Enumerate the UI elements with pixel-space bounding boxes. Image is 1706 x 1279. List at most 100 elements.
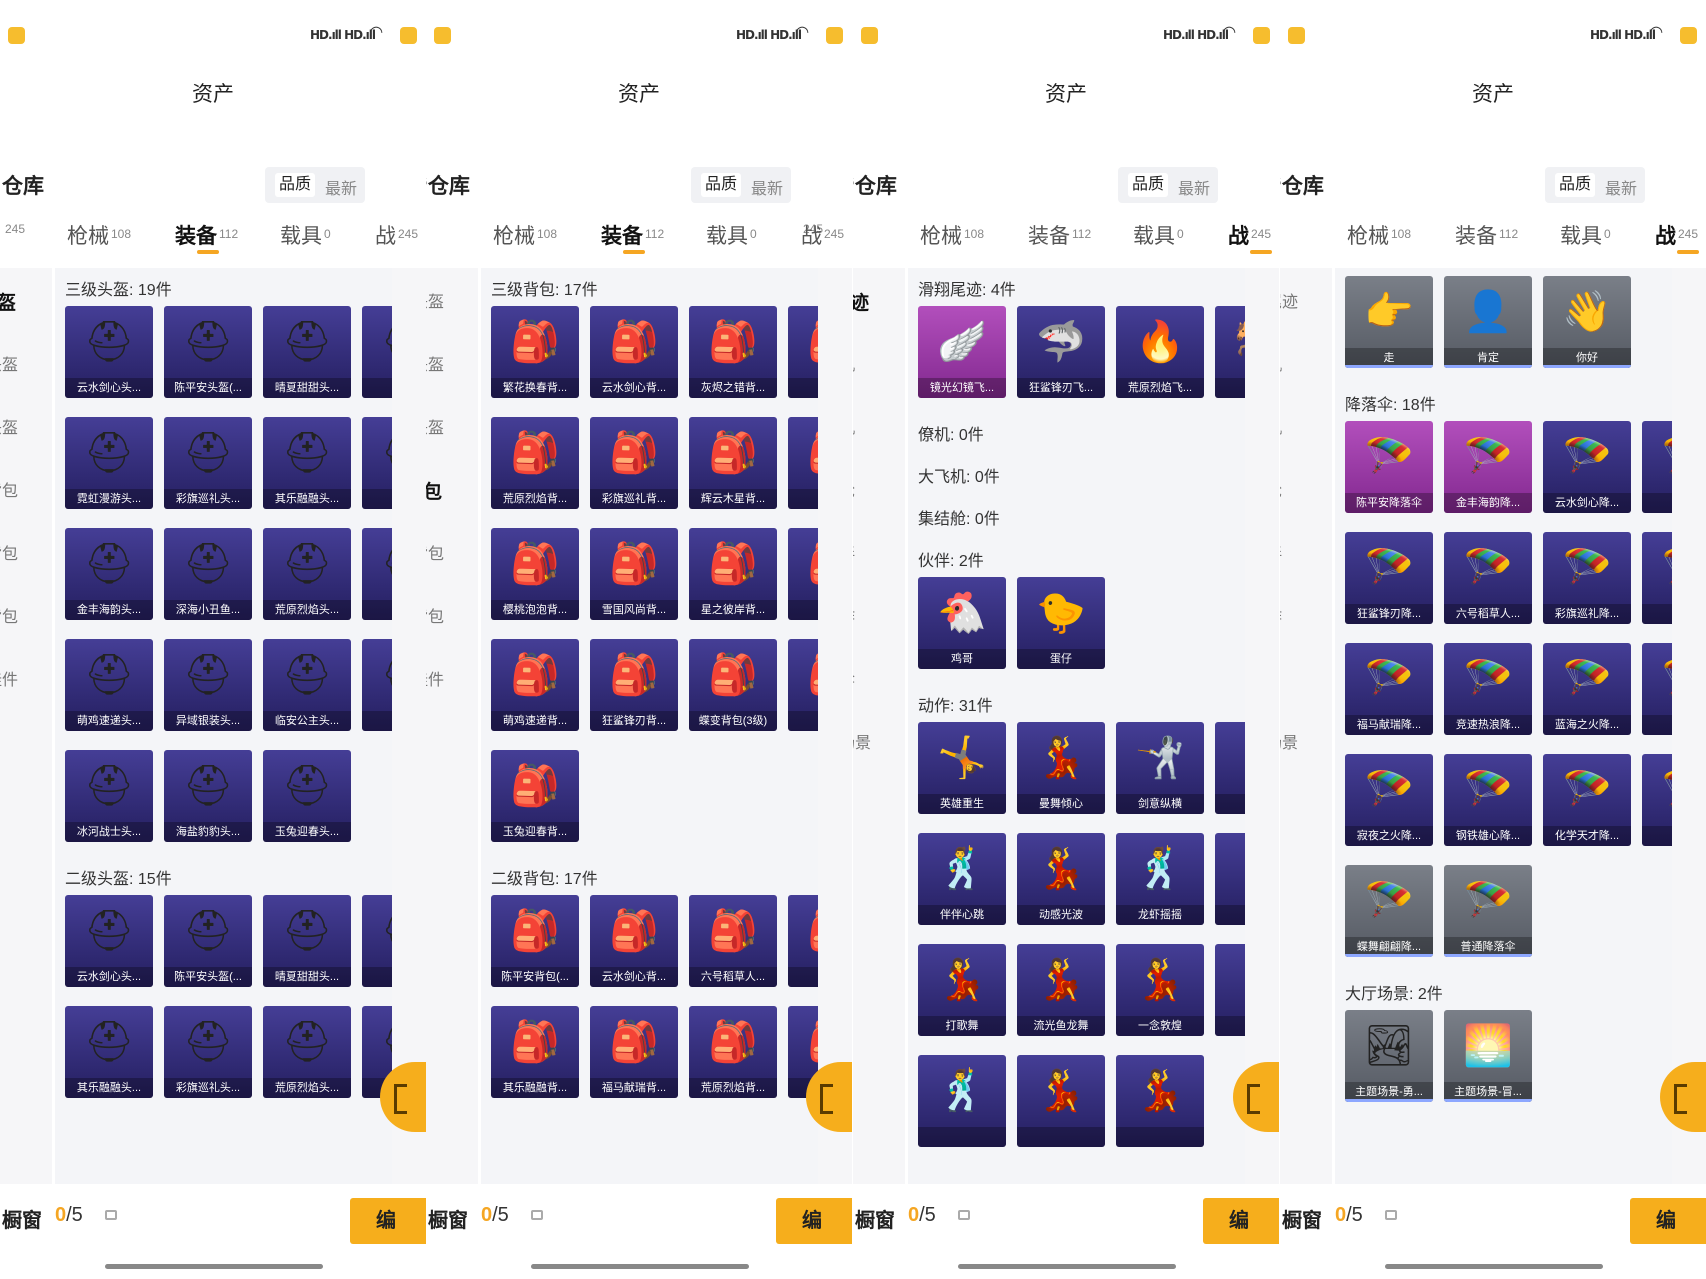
item-card[interactable]: ⛑ 陈平安头盔(... xyxy=(164,895,252,987)
item-card[interactable]: 🤺 剑意纵横 xyxy=(1116,722,1204,814)
tab-guns[interactable]: 枪械 108 xyxy=(920,220,984,250)
item-card[interactable]: 💃 动感光波 xyxy=(1017,833,1105,925)
item-card[interactable]: 👉 走 xyxy=(1345,276,1433,368)
item-card[interactable]: 🎒 灰烬之错背... xyxy=(689,306,777,398)
item-card[interactable]: 🎒 辉云木星背... xyxy=(689,417,777,509)
sidebar-item[interactable]: 伞 xyxy=(853,666,855,690)
item-card[interactable]: 🎒 炫彩 xyxy=(788,528,818,620)
item-card[interactable]: 🪂 化学天才降... xyxy=(1543,754,1631,846)
item-card[interactable]: 🪂 狂鲨锋刃降... xyxy=(1345,532,1433,624)
item-card[interactable]: ⛑ 深海小丑鱼... xyxy=(164,528,252,620)
sort-segmented-control[interactable]: 品质 最新 xyxy=(265,167,365,203)
item-card[interactable]: 🎒 云水剑心背... xyxy=(590,895,678,987)
item-card[interactable]: 🎒 荒原烈焰背... xyxy=(491,417,579,509)
tab-battle[interactable]: 战 245 xyxy=(375,220,418,250)
item-card[interactable]: 🪽 镜光幻镜飞... xyxy=(918,306,1006,398)
item-card[interactable]: 💃 流光鱼龙舞 xyxy=(1017,944,1105,1036)
item-card[interactable]: ⛑ 冰河战士头... xyxy=(65,750,153,842)
sidebar-item[interactable]: 头盔 xyxy=(0,288,16,315)
item-card[interactable]: ⛑ 荒原烈焰头... xyxy=(263,1006,351,1098)
item-card[interactable]: 🤸 英雄重生 xyxy=(918,722,1006,814)
item-card[interactable]: 🏞 主题场景-勇... xyxy=(1345,1010,1433,1102)
sort-latest-button[interactable]: 最新 xyxy=(1178,175,1210,199)
item-card[interactable]: 🪂 金丰海韵降... xyxy=(1444,421,1532,513)
edit-showcase-button[interactable]: 编 xyxy=(776,1198,852,1244)
sidebar-item[interactable]: 场景 xyxy=(853,729,871,753)
item-card[interactable]: ⛑ 海盐豹豹头... xyxy=(164,750,252,842)
item-card[interactable]: 🪂 绿草 xyxy=(1642,754,1672,846)
sort-quality-button[interactable]: 品质 xyxy=(275,173,316,197)
sort-latest-button[interactable]: 最新 xyxy=(325,175,357,199)
tab-vehicle[interactable]: 载具 0 xyxy=(706,220,757,250)
item-card[interactable]: 🎒 雪国风尚背... xyxy=(590,528,678,620)
item-card[interactable]: 💃 xyxy=(1116,1055,1204,1147)
item-card[interactable]: 🎒 冰河 xyxy=(788,639,818,731)
sidebar-item[interactable]: 挂件 xyxy=(0,666,18,690)
item-card[interactable]: 🐎 马上 xyxy=(1215,306,1245,398)
item-card[interactable]: 🎒 六号稻草人... xyxy=(689,895,777,987)
item-card[interactable]: 🕺 xyxy=(918,1055,1006,1147)
tab-guns[interactable]: 枪械 108 xyxy=(493,220,557,250)
tab-vehicle[interactable]: 载具 0 xyxy=(1560,220,1611,250)
item-card[interactable]: 🎒 繁花换春背... xyxy=(491,306,579,398)
item-card[interactable]: 💃 xyxy=(1017,1055,1105,1147)
item-card[interactable]: ⛑ 福马 xyxy=(362,417,392,509)
item-card[interactable]: 🎒 荒原烈焰背... xyxy=(689,1006,777,1098)
item-card[interactable]: 💃 曼舞倾心 xyxy=(1017,722,1105,814)
sort-quality-button[interactable]: 品质 xyxy=(701,173,742,197)
sidebar-item[interactable]: 作 xyxy=(853,603,855,627)
sidebar-item[interactable]: 舱 xyxy=(853,477,855,501)
item-card[interactable]: 🎒 狂鲨锋刃背... xyxy=(590,639,678,731)
edit-showcase-button[interactable]: 编 xyxy=(350,1198,426,1244)
item-card[interactable]: ⛑ 萌鸡速递头... xyxy=(65,639,153,731)
item-card[interactable]: 🎒 彩旗巡礼背... xyxy=(590,417,678,509)
item-card[interactable]: ⛑ 玉兔迎春头... xyxy=(263,750,351,842)
item-card[interactable]: ⛑ 临安公主头... xyxy=(263,639,351,731)
tab-gear[interactable]: 装备 112 xyxy=(1028,220,1091,250)
item-card[interactable]: ⛑ 霓虹漫游头... xyxy=(65,417,153,509)
item-card[interactable]: 🎒 其乐融融背... xyxy=(491,1006,579,1098)
item-card[interactable]: ⛑ 荒原烈焰头... xyxy=(263,528,351,620)
item-card[interactable]: 🎒 萌鸡速递背... xyxy=(491,639,579,731)
sidebar-item[interactable]: 机 xyxy=(853,351,855,375)
item-card[interactable]: 🦈 狂鲨锋刃飞... xyxy=(1017,306,1105,398)
sort-segmented-control[interactable]: 品质 最新 xyxy=(1118,167,1218,203)
sidebar-item[interactable]: 作 xyxy=(1280,603,1282,627)
item-card[interactable]: 🎒 玉兔迎春背... xyxy=(491,750,579,842)
item-card[interactable]: 💃 一念敦煌 xyxy=(1116,944,1204,1036)
item-card[interactable]: 🐤 蛋仔 xyxy=(1017,577,1105,669)
item-card[interactable]: 👋 你好 xyxy=(1543,276,1631,368)
item-card[interactable]: 💃 打歌舞 xyxy=(918,944,1006,1036)
sidebar-item[interactable]: 尾迹 xyxy=(1280,288,1298,312)
sidebar-item[interactable]: 头盔 xyxy=(0,351,18,375)
item-card[interactable]: ⛑ 云水剑心头... xyxy=(65,895,153,987)
sidebar-item[interactable]: 背包 xyxy=(426,603,444,627)
sidebar-item[interactable]: 机 xyxy=(1280,351,1282,375)
item-card[interactable]: ⛑ 晴夏甜甜头... xyxy=(263,306,351,398)
item-card[interactable]: 🕺自 xyxy=(1215,722,1245,814)
item-card[interactable]: 🪂 蓝海之火降... xyxy=(1543,643,1631,735)
sidebar-item[interactable]: 挂件 xyxy=(426,666,444,690)
item-card[interactable]: 🕺 龙虾摇摇 xyxy=(1116,833,1204,925)
item-card[interactable]: ⛑ 其乐融融头... xyxy=(263,417,351,509)
item-card[interactable]: ⛑ 香桃 xyxy=(362,639,392,731)
item-card[interactable]: 🪂 陈平安降落伞 xyxy=(1345,421,1433,513)
item-card[interactable]: 🪂 六号稻草人... xyxy=(1444,532,1532,624)
tab-battle[interactable]: 战 245 xyxy=(801,220,844,250)
item-card[interactable]: 🎒 陈平安背包(... xyxy=(491,895,579,987)
sidebar-item[interactable]: 背包 xyxy=(0,540,18,564)
item-card[interactable]: ⛑ 金丰海韵头... xyxy=(65,528,153,620)
tab-guns[interactable]: 枪械 108 xyxy=(67,220,131,250)
item-card[interactable]: ⛑ 晴夏甜甜头... xyxy=(263,895,351,987)
edit-showcase-button[interactable]: 编 xyxy=(1203,1198,1279,1244)
tab-vehicle[interactable]: 载具 0 xyxy=(1133,220,1184,250)
tab-guns[interactable]: 枪械 108 xyxy=(1347,220,1411,250)
edit-showcase-button[interactable]: 编 xyxy=(1630,1198,1706,1244)
item-card[interactable]: ⛑ 异域银装头... xyxy=(164,639,252,731)
item-card[interactable]: 🪂 云水剑心降... xyxy=(1543,421,1631,513)
item-card[interactable]: ⛑ 彩旗巡礼头... xyxy=(164,1006,252,1098)
item-card[interactable]: 👤 肯定 xyxy=(1444,276,1532,368)
sidebar-item[interactable]: 头盔 xyxy=(0,414,18,438)
item-card[interactable]: 🪂 普通降落伞 xyxy=(1444,865,1532,957)
sidebar-item[interactable]: 尾迹 xyxy=(853,288,869,315)
